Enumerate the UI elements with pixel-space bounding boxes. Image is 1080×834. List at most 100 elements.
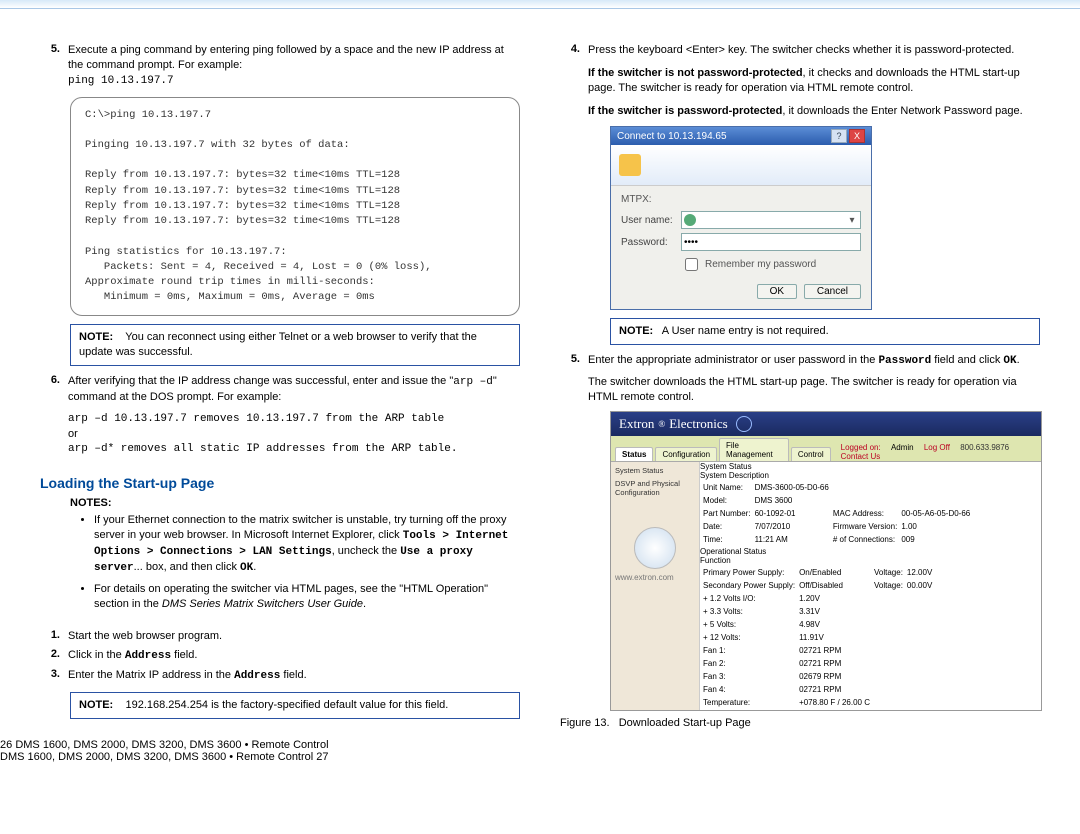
tab-configuration[interactable]: Configuration [655,447,717,461]
step-text-a: After verifying that the IP address chan… [68,375,453,387]
chevron-down-icon[interactable]: ▾ [846,215,858,226]
close-icon[interactable]: X [849,129,865,143]
page-number-right: 27 [316,751,328,763]
step-number: 3. [40,668,68,684]
arp-line-2: arp –d* removes all static IP addresses … [68,443,457,455]
step-body: Start the web browser program. [68,629,520,644]
extron-main: System Status System Description Unit Na… [700,462,973,710]
sysinfo-table: Unit Name:DMS-3600-05-D0-66 Model:DMS 36… [700,480,973,547]
note-label: NOTE: [619,325,653,337]
extron-logo-icon [634,527,676,569]
tab-control[interactable]: Control [791,447,831,461]
step-body: Enter the appropriate administrator or u… [588,353,1040,405]
password-field[interactable] [681,233,861,251]
status-title: System Status [700,462,973,471]
section-heading: Loading the Start-up Page [40,475,520,491]
page-number-left: 26 [0,739,12,751]
reg-mark: ® [658,419,665,429]
opstatus-header: Operational Status [700,547,973,556]
notes-list: If your Ethernet connection to the matri… [94,513,520,611]
left-column: 5. Execute a ping command by entering pi… [40,39,520,729]
remember-checkbox[interactable] [685,258,698,271]
figure-label: Figure 13. [560,717,610,729]
lock-key-icon [619,154,641,176]
step-number: 5. [40,43,68,89]
step-text: Execute a ping command by entering ping … [68,44,504,71]
step-number: 4. [560,43,588,118]
step-number: 1. [40,629,68,644]
username-field[interactable]: ▾ [681,211,861,229]
notes-label: NOTES: [70,497,520,509]
dialog-body: MTPX: User name: ▾ Password: Remember my… [611,186,871,309]
step-number: 6. [40,374,68,457]
figure-caption: Figure 13. Downloaded Start-up Page [560,717,1040,729]
sysinfo-body: Unit Name:DMS-3600-05-D0-66 Model:DMS 36… [700,480,973,547]
note-text: You can reconnect using either Telnet or… [79,331,477,358]
step-4: 4. Press the keyboard <Enter> key. The s… [560,43,1040,118]
loggedon-value: Admin [891,443,914,452]
note-username: NOTE: A User name entry is not required. [610,318,1040,345]
connect-dialog: Connect to 10.13.194.65 ? X MTPX: User n… [610,126,872,310]
step-body: Execute a ping command by entering ping … [68,43,520,89]
username-row: User name: ▾ [621,211,861,229]
footer-right: DMS 1600, DMS 2000, DMS 3200, DMS 3600 •… [0,751,1080,763]
note-label: NOTE: [79,699,113,711]
password-label: Password: [621,237,681,248]
dialog-titlebar: Connect to 10.13.194.65 ? X [611,127,871,145]
username-label: User name: [621,215,681,226]
page-spread: 5. Execute a ping command by entering pi… [0,9,1080,739]
note-label: NOTE: [79,331,113,343]
terminal-output: C:\>ping 10.13.197.7 Pinging 10.13.197.7… [70,97,520,317]
phone-number: 800.633.9876 [960,443,1009,452]
logoff-link[interactable]: Log Off [924,443,950,452]
note-bullet-guide: For details on operating the switcher vi… [94,582,520,612]
panel-sysinfo: System Description Unit Name:DMS-3600-05… [700,471,973,547]
extron-url[interactable]: www.extron.com [615,573,695,582]
step-body: Enter the Matrix IP address in the Addre… [68,668,520,684]
step-2: 2. Click in the Address field. [40,648,520,664]
extron-header: Extron ® Electronics [611,412,1041,436]
step-1: 1. Start the web browser program. [40,629,520,644]
extron-body: System Status DSVP and Physical Configur… [611,462,1041,710]
tabs-right-area: Logged on: Admin Log Off 800.633.9876 Co… [833,443,1037,461]
remember-row[interactable]: Remember my password [681,255,861,274]
side-link-status[interactable]: System Status [615,466,695,475]
step-6: 6. After verifying that the IP address c… [40,374,520,457]
panel-opstatus: Operational Status Function Primary Powe… [700,547,973,710]
dialog-title: Connect to 10.13.194.65 [617,131,831,142]
cancel-button[interactable]: Cancel [804,284,861,299]
figure-text: Downloaded Start-up Page [619,717,751,729]
step-3: 3. Enter the Matrix IP address in the Ad… [40,668,520,684]
step-body: Click in the Address field. [68,648,520,664]
side-link-dsvp[interactable]: DSVP and Physical Configuration [615,479,695,497]
or-text: or [68,428,78,440]
note-text: 192.168.254.254 is the factory-specified… [125,699,448,711]
arp-line-1: arp –d 10.13.197.7 removes 10.13.197.7 f… [68,413,444,425]
step-number: 5. [560,353,588,405]
step-body: Press the keyboard <Enter> key. The swit… [588,43,1040,118]
brand-a: Extron [619,416,654,432]
step-5: 5. Execute a ping command by entering pi… [40,43,520,89]
remember-label: Remember my password [705,259,816,270]
note-reconnect: NOTE: You can reconnect using either Tel… [70,324,520,366]
extron-screenshot: Extron ® Electronics Status Configuration… [610,411,1042,711]
tab-status[interactable]: Status [615,447,653,461]
ping-command: ping 10.13.197.7 [68,75,174,87]
brand-b: Electronics [669,416,727,432]
extron-sidebar: System Status DSVP and Physical Configur… [611,462,700,710]
step-body: After verifying that the IP address chan… [68,374,520,457]
note-text: A User name entry is not required. [662,325,829,337]
help-icon[interactable]: ? [831,129,847,143]
footer-text-right: DMS 1600, DMS 2000, DMS 3200, DMS 3600 •… [0,751,313,763]
server-label: MTPX: [621,194,861,205]
tab-file-management[interactable]: File Management [719,438,789,461]
ok-button[interactable]: OK [757,284,797,299]
step-number: 2. [40,648,68,664]
footer-left: 26 DMS 1600, DMS 2000, DMS 3200, DMS 360… [0,739,1080,751]
note-bullet-proxy: If your Ethernet connection to the matri… [94,513,520,575]
contact-link[interactable]: Contact Us [841,452,881,461]
opstatus-table: Primary Power Supply:On/EnabledVoltage:1… [700,565,935,710]
loggedon-label: Logged on: [841,443,881,452]
sysinfo-header: System Description [700,471,973,480]
function-label: Function [700,556,973,565]
